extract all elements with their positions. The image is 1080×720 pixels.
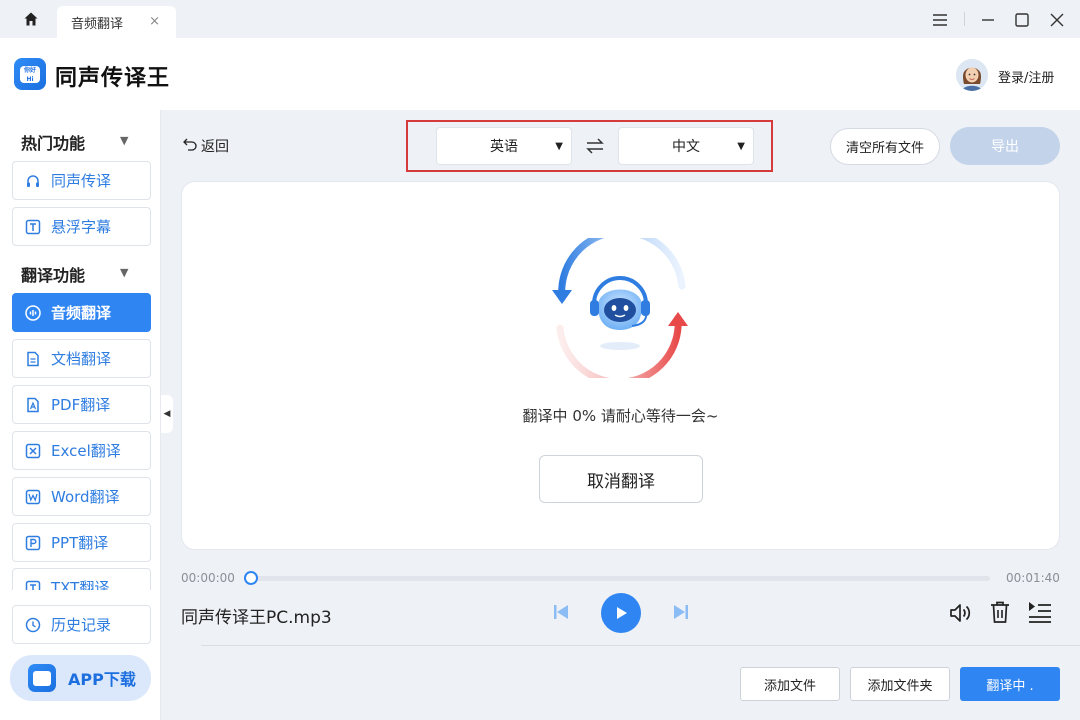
logo-text: 你好 Hi (20, 65, 40, 83)
sidebar-item-pdf-translate[interactable]: PDF翻译 (12, 385, 151, 424)
caret-left-icon: ◀ (163, 409, 171, 419)
skip-previous-icon[interactable] (552, 603, 570, 621)
sidebar-item-document-translate[interactable]: 文档翻译 (12, 339, 151, 378)
sidebar-item-label: Word翻译 (51, 488, 120, 506)
word-icon (25, 489, 41, 505)
sidebar-item-label: PDF翻译 (51, 396, 111, 414)
sidebar-item-label: 历史记录 (51, 616, 112, 634)
current-time: 00:00:00 (181, 571, 235, 585)
source-language-value: 英语 (490, 139, 518, 155)
sidebar-item-ppt-translate[interactable]: PPT翻译 (12, 523, 151, 562)
sidebar-item-simultaneous[interactable]: 同声传译 (12, 161, 151, 200)
sidebar-item-label: Excel翻译 (51, 442, 121, 460)
section-hot-heading: 热门功能 (21, 134, 86, 153)
playlist-icon[interactable] (1028, 601, 1052, 623)
sidebar-panel: 热门功能 ▼ 同声传译 悬浮字幕 翻译功能 ▼ 音频翻译 文档翻译 PDF翻译 … (0, 110, 161, 720)
sidebar: 热门功能 ▼ 同声传译 悬浮字幕 翻译功能 ▼ 音频翻译 文档翻译 PDF翻译 … (0, 110, 161, 720)
avatar[interactable] (956, 59, 988, 91)
cancel-translation-button[interactable]: 取消翻译 (539, 455, 703, 503)
add-folder-button[interactable]: 添加文件夹 (850, 667, 950, 701)
add-file-button[interactable]: 添加文件 (740, 667, 840, 701)
close-icon[interactable] (1046, 9, 1068, 31)
sidebar-item-word-translate[interactable]: Word翻译 (12, 477, 151, 516)
ppt-icon (25, 535, 41, 551)
sidebar-item-floating-subtitle[interactable]: 悬浮字幕 (12, 207, 151, 246)
sidebar-item-label: TXT翻译 (51, 579, 110, 590)
sidebar-item-history[interactable]: 历史记录 (12, 605, 151, 644)
app-logo-icon (28, 664, 56, 692)
progress-track[interactable] (251, 576, 990, 581)
menu-icon[interactable] (929, 9, 951, 31)
translation-progress-text: 翻译中 0% 请耐心等待一会~ (522, 407, 719, 425)
pdf-icon (25, 397, 41, 413)
app-logo-icon: 你好 Hi (14, 58, 46, 90)
export-button[interactable]: 导出 (950, 127, 1060, 165)
excel-icon (25, 443, 41, 459)
target-language-select[interactable]: 中文 ▼ (618, 127, 754, 165)
sidebar-item-label: PPT翻译 (51, 534, 109, 552)
sidebar-item-audio-translate[interactable]: 音频翻译 (12, 293, 151, 332)
txt-icon (25, 580, 41, 590)
source-language-select[interactable]: 英语 ▼ (436, 127, 572, 165)
back-button[interactable]: 返回 (183, 136, 229, 156)
chevron-down-icon[interactable]: ▼ (120, 134, 128, 147)
progress-knob[interactable] (244, 571, 258, 585)
sidebar-item-label: 悬浮字幕 (51, 218, 112, 236)
home-icon[interactable] (18, 8, 44, 30)
audio-wave-icon (25, 304, 41, 321)
translating-mascot-icon (548, 228, 692, 386)
sidebar-item-label: 文档翻译 (51, 350, 112, 368)
headphones-icon (25, 173, 41, 189)
dropdown-caret-icon: ▼ (737, 141, 745, 152)
app-download-label: APP下载 (68, 670, 136, 689)
section-translate-heading: 翻译功能 (21, 266, 86, 285)
trash-icon[interactable] (989, 600, 1011, 624)
sidebar-collapse-toggle[interactable]: ◀ (161, 395, 173, 433)
swap-languages-icon[interactable] (585, 136, 605, 156)
sidebar-item-label: 音频翻译 (51, 304, 112, 322)
app-title: 同声传译王 (55, 66, 171, 91)
clear-all-files-button[interactable]: 清空所有文件 (830, 128, 940, 165)
text-t-icon (25, 219, 41, 235)
maximize-icon[interactable] (1011, 9, 1033, 31)
skip-next-icon[interactable] (672, 603, 690, 621)
minimize-icon[interactable] (977, 9, 999, 31)
sidebar-item-txt-translate[interactable]: TXT翻译 (12, 568, 151, 590)
clock-icon (25, 617, 41, 633)
sidebar-item-label: 同声传译 (51, 172, 112, 190)
file-name: 同声传译王PC.mp3 (181, 608, 332, 628)
document-icon (25, 351, 41, 367)
play-button[interactable] (601, 593, 641, 633)
dropdown-caret-icon: ▼ (555, 141, 563, 152)
back-arrow-icon (183, 137, 197, 155)
translate-button[interactable]: 翻译中 . (960, 667, 1060, 701)
back-label: 返回 (201, 139, 229, 155)
sidebar-item-excel-translate[interactable]: Excel翻译 (12, 431, 151, 470)
title-bar: 音频翻译 × (0, 0, 1080, 38)
app-download-button[interactable]: APP下载 (10, 655, 151, 701)
tab-close-icon[interactable]: × (149, 14, 160, 29)
player-divider (201, 645, 1080, 646)
login-register-link[interactable]: 登录/注册 (998, 67, 1054, 86)
volume-icon[interactable] (948, 601, 972, 625)
app-header: 你好 Hi 同声传译王 登录/注册 (0, 38, 1080, 110)
tab-audio-translate[interactable]: 音频翻译 × (57, 6, 176, 38)
total-time: 00:01:40 (1006, 571, 1060, 585)
sidebar-scroll-clip: TXT翻译 (12, 568, 151, 590)
tab-title: 音频翻译 (71, 16, 124, 32)
play-icon (617, 607, 627, 619)
target-language-value: 中文 (672, 139, 700, 155)
chevron-down-icon[interactable]: ▼ (120, 266, 128, 279)
title-divider (964, 12, 965, 26)
